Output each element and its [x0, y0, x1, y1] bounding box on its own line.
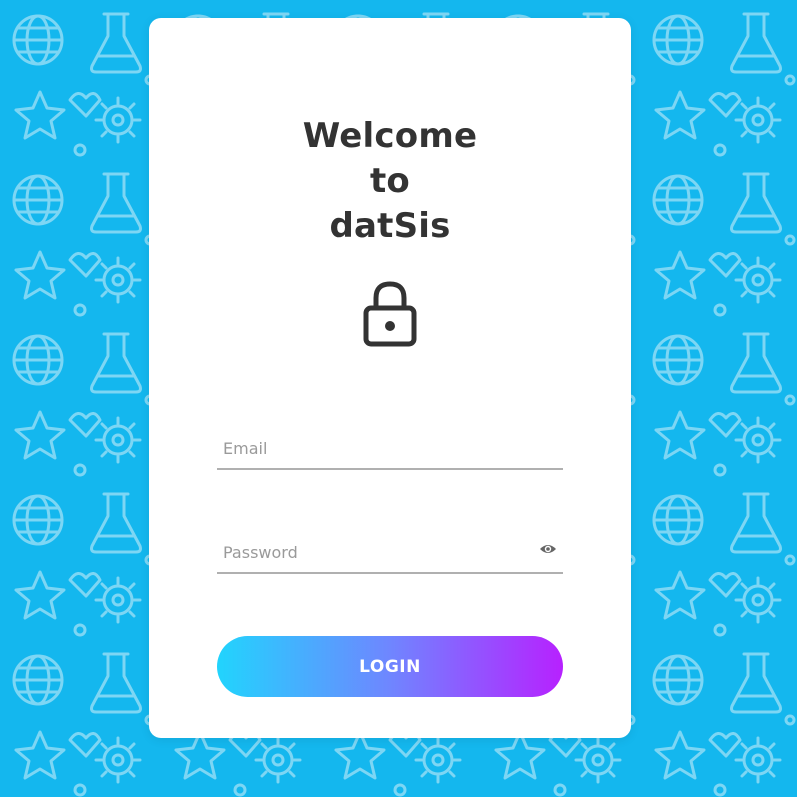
password-input[interactable]	[223, 534, 523, 570]
login-button[interactable]: LOGIN	[217, 636, 563, 697]
login-card: Welcome to datSis LOGIN	[149, 18, 631, 738]
welcome-title-line-3: datSis	[329, 206, 451, 246]
email-field	[217, 430, 563, 470]
welcome-title: Welcome to datSis	[149, 114, 631, 249]
email-input[interactable]	[223, 430, 523, 466]
eye-icon[interactable]	[539, 542, 557, 556]
password-field	[217, 534, 563, 574]
lock-icon	[363, 281, 417, 347]
welcome-title-line-1: Welcome	[302, 116, 478, 156]
welcome-title-line-2: to	[369, 161, 410, 201]
